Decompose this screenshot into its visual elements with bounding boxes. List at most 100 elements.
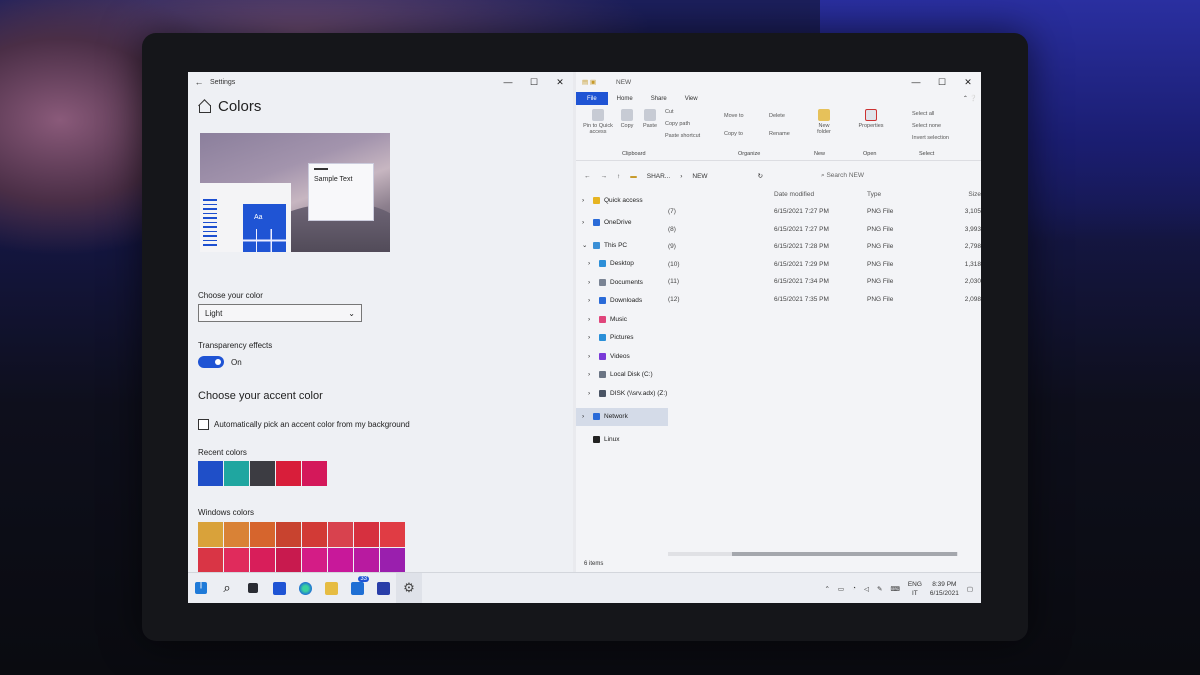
- sidebar-item[interactable]: › OneDrive: [576, 214, 668, 233]
- delete-button[interactable]: Delete: [769, 113, 785, 119]
- expand-chevron-icon[interactable]: ⌄: [582, 241, 589, 249]
- scrollbar-thumb[interactable]: [732, 552, 957, 556]
- tab-home[interactable]: Home: [608, 96, 642, 102]
- windows-color-swatch[interactable]: [250, 548, 275, 573]
- notifications-icon[interactable]: ▢: [967, 585, 973, 593]
- table-row[interactable]: (8) 6/15/2021 7:27 PM PNG File 3,993: [668, 221, 981, 239]
- quick-access-toolbar-icon[interactable]: ▤ ▣: [582, 78, 616, 86]
- column-type[interactable]: Type: [867, 191, 944, 198]
- tab-view[interactable]: View: [676, 96, 707, 102]
- expand-chevron-icon[interactable]: ›: [588, 279, 595, 286]
- minimize-button[interactable]: —: [495, 77, 521, 88]
- search-button[interactable]: ⌕: [214, 573, 240, 604]
- windows-color-swatch[interactable]: [276, 548, 301, 573]
- chevron-up-icon[interactable]: ⌃: [824, 585, 829, 593]
- volume-icon[interactable]: ◁: [864, 585, 869, 593]
- choose-color-dropdown[interactable]: Light ⌄: [198, 304, 362, 322]
- windows-color-swatch[interactable]: [328, 522, 353, 547]
- windows-color-swatch[interactable]: [250, 522, 275, 547]
- sidebar-item[interactable]: › Documents: [576, 273, 668, 292]
- sidebar-item[interactable]: Linux: [576, 430, 668, 449]
- task-view-button[interactable]: [240, 573, 266, 604]
- expand-chevron-icon[interactable]: ›: [582, 413, 589, 420]
- sidebar-item[interactable]: › Local Disk (C:): [576, 366, 668, 385]
- home-icon[interactable]: [198, 100, 211, 113]
- settings-taskbar-button[interactable]: ⚙: [396, 572, 422, 603]
- expand-chevron-icon[interactable]: ›: [582, 219, 589, 226]
- sidebar-item[interactable]: › Music: [576, 310, 668, 329]
- table-row[interactable]: (12) 6/15/2021 7:35 PM PNG File 2,098: [668, 291, 981, 309]
- recent-color-swatch[interactable]: [250, 461, 275, 486]
- table-row[interactable]: (10) 6/15/2021 7:29 PM PNG File 1,318: [668, 256, 981, 274]
- minimize-button[interactable]: —: [903, 77, 929, 88]
- maximize-button[interactable]: ☐: [521, 77, 547, 88]
- windows-color-swatch[interactable]: [328, 548, 353, 573]
- windows-color-swatch[interactable]: [302, 548, 327, 573]
- column-date-modified[interactable]: Date modified: [774, 191, 867, 198]
- forward-arrow-icon[interactable]: →: [601, 173, 608, 180]
- tab-file[interactable]: File: [576, 92, 608, 105]
- recent-color-swatch[interactable]: [302, 461, 327, 486]
- breadcrumb-share[interactable]: SHAR...: [647, 173, 670, 180]
- sidebar-item[interactable]: › Downloads: [576, 292, 668, 311]
- maximize-button[interactable]: ☐: [929, 77, 955, 88]
- select-none-button[interactable]: Select none: [912, 123, 941, 129]
- invert-selection-button[interactable]: Invert selection: [912, 135, 949, 141]
- table-row[interactable]: (9) 6/15/2021 7:28 PM PNG File 2,798: [668, 238, 981, 256]
- windows-color-swatch[interactable]: [354, 548, 379, 573]
- expand-chevron-icon[interactable]: ›: [582, 197, 589, 204]
- expand-chevron-icon[interactable]: ›: [588, 334, 595, 341]
- paste-button[interactable]: Paste: [640, 109, 660, 129]
- start-button[interactable]: [188, 573, 214, 604]
- windows-color-swatch[interactable]: [224, 522, 249, 547]
- expand-chevron-icon[interactable]: ›: [588, 390, 595, 397]
- transparency-toggle[interactable]: [198, 356, 224, 368]
- tab-share[interactable]: Share: [642, 96, 676, 102]
- help-icon[interactable]: ⌃ ❔: [959, 95, 981, 102]
- sidebar-item[interactable]: › Desktop: [576, 255, 668, 274]
- windows-color-swatch[interactable]: [198, 548, 223, 573]
- properties-button[interactable]: Properties: [856, 109, 886, 129]
- close-button[interactable]: ✕: [547, 77, 573, 88]
- sidebar-item[interactable]: › Quick access: [576, 191, 668, 210]
- language-indicator[interactable]: ENG IT: [908, 580, 922, 598]
- refresh-icon[interactable]: ↻: [758, 172, 763, 180]
- copy-path-button[interactable]: Copy path: [665, 121, 690, 127]
- sidebar-item[interactable]: › Pictures: [576, 329, 668, 348]
- windows-color-swatch[interactable]: [224, 548, 249, 573]
- keyboard-icon[interactable]: ⌨: [890, 585, 899, 593]
- expand-chevron-icon[interactable]: ›: [588, 297, 595, 304]
- copy-to-button[interactable]: Copy to: [724, 131, 743, 137]
- pin-quick-access-button[interactable]: Pin to Quick access: [579, 109, 617, 135]
- sidebar-item[interactable]: › Network: [576, 407, 668, 426]
- auto-accent-checkbox[interactable]: [198, 419, 209, 430]
- move-to-button[interactable]: Move to: [724, 113, 744, 119]
- up-arrow-icon[interactable]: ↑: [617, 173, 620, 180]
- windows-color-swatch[interactable]: [302, 522, 327, 547]
- table-row[interactable]: (7) 6/15/2021 7:27 PM PNG File 3,105: [668, 203, 981, 221]
- select-all-button[interactable]: Select all: [912, 111, 934, 117]
- back-arrow-icon[interactable]: ←: [188, 77, 210, 87]
- cut-button[interactable]: Cut: [665, 109, 674, 115]
- widgets-button[interactable]: [266, 573, 292, 604]
- sidebar-item[interactable]: › Videos: [576, 347, 668, 366]
- windows-color-swatch[interactable]: [276, 522, 301, 547]
- clock[interactable]: 8:39 PM 6/15/2021: [930, 580, 959, 598]
- expand-chevron-icon[interactable]: ›: [588, 371, 595, 378]
- recent-color-swatch[interactable]: [224, 461, 249, 486]
- expand-chevron-icon[interactable]: ›: [588, 260, 595, 267]
- breadcrumb-new[interactable]: NEW: [692, 173, 707, 180]
- table-row[interactable]: (11) 6/15/2021 7:34 PM PNG File 2,030: [668, 273, 981, 291]
- sidebar-item[interactable]: › DISK (\\srv.adx) (Z:): [576, 384, 668, 403]
- rename-button[interactable]: Rename: [769, 131, 790, 137]
- new-folder-button[interactable]: New folder: [812, 109, 836, 135]
- battery-icon[interactable]: ▭: [838, 585, 844, 593]
- expand-chevron-icon[interactable]: ›: [588, 353, 595, 360]
- edge-button[interactable]: [292, 573, 318, 604]
- close-button[interactable]: ✕: [955, 77, 981, 88]
- column-size[interactable]: Size: [944, 191, 981, 198]
- windows-color-swatch[interactable]: [380, 522, 405, 547]
- search-input[interactable]: ⌕ Search NEW: [821, 172, 971, 180]
- expand-chevron-icon[interactable]: ›: [588, 316, 595, 323]
- windows-color-swatch[interactable]: [354, 522, 379, 547]
